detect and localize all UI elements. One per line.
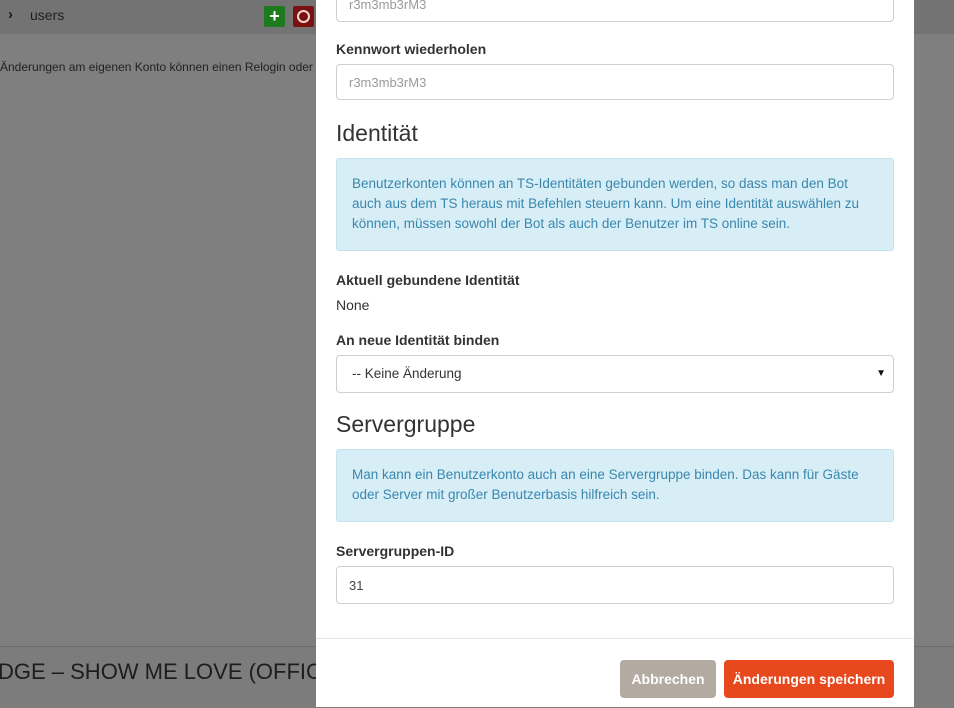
now-playing-title: DGE – SHOW ME LOVE (OFFICIA [0, 659, 343, 684]
servergroup-id-label: Servergruppen-ID [336, 543, 455, 559]
save-button[interactable]: Änderungen speichern [724, 660, 894, 698]
caret-down-icon: ▼ [876, 368, 886, 379]
identity-heading: Identität [336, 120, 418, 146]
identity-info-box: Benutzerkonten können an TS-Identitäten … [336, 158, 894, 251]
chevron-right-icon[interactable]: › [8, 6, 13, 23]
play-icon[interactable] [293, 6, 314, 27]
bind-identity-select[interactable]: -- Keine Änderung ▼ [336, 355, 894, 393]
current-identity-label: Aktuell gebundene Identität [336, 272, 520, 288]
modal-footer: Abbrechen Änderungen speichern [316, 638, 914, 707]
bind-identity-label: An neue Identität binden [336, 332, 500, 348]
repeat-password-field[interactable]: r3m3mb3rM3 [336, 64, 894, 100]
tree-item-label: users [30, 7, 65, 23]
servergroup-heading: Servergruppe [336, 411, 476, 437]
bind-identity-selected: -- Keine Änderung [352, 366, 462, 381]
relogin-note: Änderungen am eigenen Konto können einen… [0, 60, 313, 74]
edit-user-modal: r3m3mb3rM3 Kennwort wiederholen r3m3mb3r… [316, 0, 914, 707]
servergroup-info-box: Man kann ein Benutzerkonto auch an eine … [336, 449, 894, 522]
password-field[interactable]: r3m3mb3rM3 [336, 0, 894, 22]
servergroup-id-field[interactable]: 31 [336, 566, 894, 604]
cancel-button[interactable]: Abbrechen [620, 660, 716, 698]
add-icon[interactable]: + [264, 6, 285, 27]
current-identity-value: None [336, 297, 370, 313]
repeat-password-label: Kennwort wiederholen [336, 41, 487, 57]
